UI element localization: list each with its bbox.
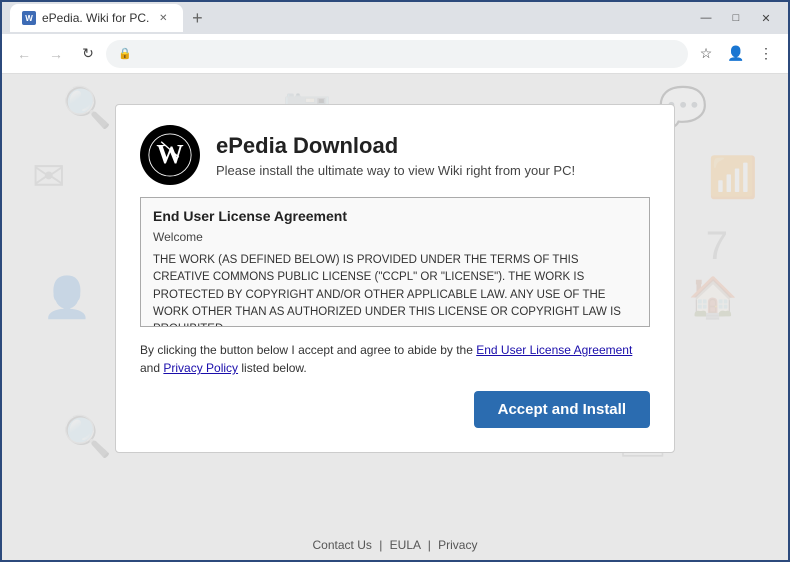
card-title: ePedia Download xyxy=(216,133,575,159)
footer-privacy-link[interactable]: Privacy xyxy=(438,538,477,552)
close-button[interactable]: ✕ xyxy=(752,7,780,29)
lock-icon: 🔒 xyxy=(118,47,132,60)
maximize-button[interactable]: □ xyxy=(722,7,750,29)
tab-close-button[interactable]: ✕ xyxy=(155,10,171,26)
eula-body: THE WORK (AS DEFINED BELOW) IS PROVIDED … xyxy=(153,252,637,327)
bg-wifi-icon: 📶 xyxy=(708,154,758,201)
new-tab-button[interactable]: + xyxy=(183,4,211,32)
bg-mail-icon: ✉ xyxy=(32,154,66,200)
privacy-policy-link[interactable]: Privacy Policy xyxy=(163,361,238,375)
minimize-button[interactable]: — xyxy=(692,7,720,29)
nav-actions: ☆ 👤 ⋮ xyxy=(692,40,780,68)
accept-install-button[interactable]: Accept and Install xyxy=(474,391,650,428)
tab-area: W ePedia. Wiki for PC. ✕ + xyxy=(10,4,688,32)
card-header-text: ePedia Download Please install the ultim… xyxy=(216,133,575,178)
wp-logo: W xyxy=(140,125,200,185)
nav-bar: ← → ↻ 🔒 ☆ 👤 ⋮ xyxy=(2,34,788,74)
bg-home-icon: 🏠 xyxy=(688,274,738,321)
eula-box[interactable]: End User License Agreement Welcome THE W… xyxy=(140,197,650,327)
footer-eula-link[interactable]: EULA xyxy=(390,538,421,552)
button-area: Accept and Install xyxy=(140,391,650,428)
title-bar: W ePedia. Wiki for PC. ✕ + — □ ✕ xyxy=(2,2,788,34)
card-header: W ePedia Download Please install the ult… xyxy=(140,125,650,185)
address-bar[interactable]: 🔒 xyxy=(106,40,688,68)
menu-button[interactable]: ⋮ xyxy=(752,40,780,68)
bookmark-button[interactable]: ☆ xyxy=(692,40,720,68)
card-subtitle: Please install the ultimate way to view … xyxy=(216,163,575,178)
bg-search-icon: 🔍 xyxy=(62,84,112,131)
active-tab[interactable]: W ePedia. Wiki for PC. ✕ xyxy=(10,4,183,32)
eula-link[interactable]: End User License Agreement xyxy=(476,343,632,357)
eula-heading: End User License Agreement xyxy=(153,208,637,224)
account-button[interactable]: 👤 xyxy=(722,40,750,68)
page-content: 🔍 📷 💬 ✉ 💬 📶 👤 🏠 🔍 Ⓦ 🖼 7 W xyxy=(2,74,788,560)
footer-divider-1: | xyxy=(379,538,385,552)
eula-welcome: Welcome xyxy=(153,230,637,244)
main-card: W ePedia Download Please install the ult… xyxy=(115,104,675,453)
footer-contact-link[interactable]: Contact Us xyxy=(313,538,372,552)
footer-divider-2: | xyxy=(428,538,434,552)
tab-favicon: W xyxy=(22,11,36,25)
window-controls: — □ ✕ xyxy=(692,7,780,29)
forward-button[interactable]: → xyxy=(42,40,70,68)
page-footer: Contact Us | EULA | Privacy xyxy=(2,538,788,552)
bg-person-icon: 👤 xyxy=(42,274,92,321)
consent-text: By clicking the button below I accept an… xyxy=(140,341,650,377)
tab-title: ePedia. Wiki for PC. xyxy=(42,11,149,25)
bg-7-icon: 7 xyxy=(706,224,728,269)
svg-text:W: W xyxy=(156,139,183,169)
bg-search2-icon: 🔍 xyxy=(62,413,112,460)
back-button[interactable]: ← xyxy=(10,40,38,68)
refresh-button[interactable]: ↻ xyxy=(74,40,102,68)
browser-window: W ePedia. Wiki for PC. ✕ + — □ ✕ ← → ↻ 🔒… xyxy=(0,0,790,562)
